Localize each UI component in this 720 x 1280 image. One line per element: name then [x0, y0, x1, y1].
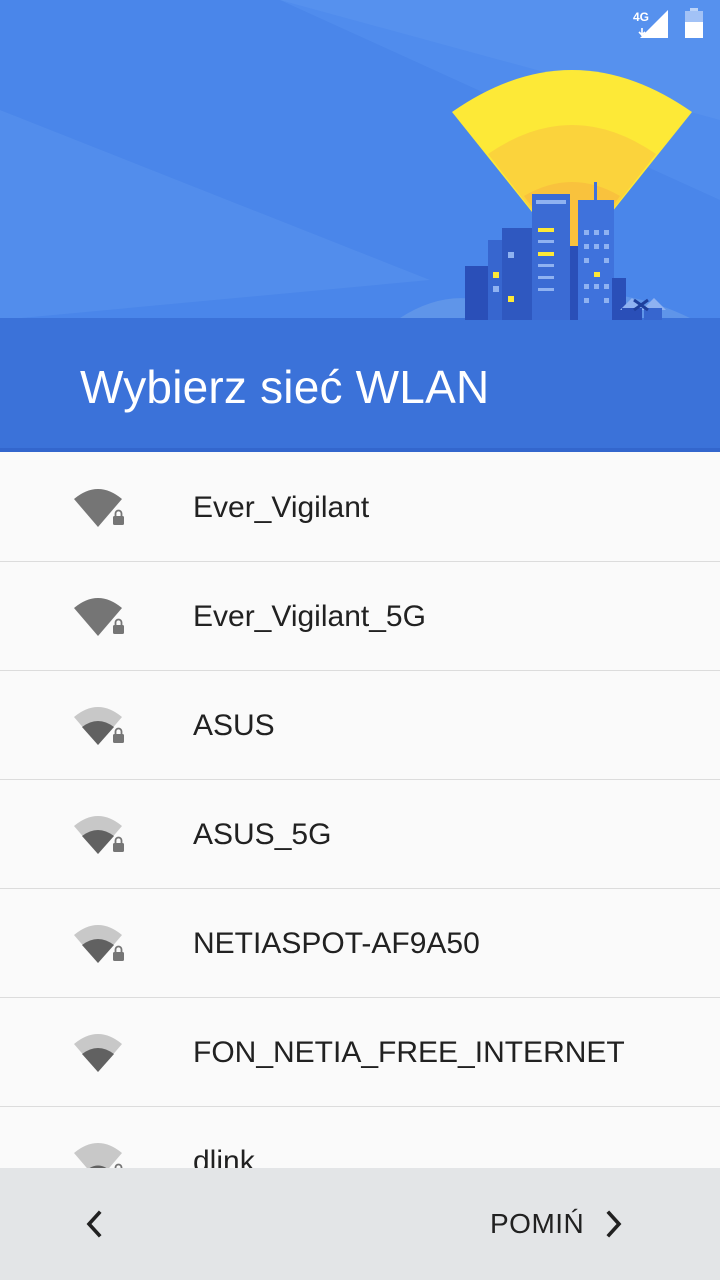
- network-ssid: Ever_Vigilant_5G: [193, 600, 426, 633]
- wifi-secured-full-icon: [74, 489, 124, 527]
- network-item[interactable]: ASUS_5G: [0, 780, 720, 889]
- header: 4G Wybierz sieć WLAN: [0, 0, 720, 452]
- wifi-secured-medium-icon: [74, 816, 124, 854]
- wifi-secured-medium-icon: [74, 707, 124, 745]
- wifi-secured-low-icon: [74, 1143, 123, 1168]
- network-item[interactable]: dlink: [0, 1107, 720, 1168]
- network-item[interactable]: Ever_Vigilant: [0, 453, 720, 562]
- network-ssid: dlink: [193, 1145, 255, 1168]
- network-item[interactable]: Ever_Vigilant_5G: [0, 562, 720, 671]
- wifi-secured-medium-icon: [74, 925, 124, 963]
- network-ssid: ASUS_5G: [193, 818, 332, 851]
- network-item[interactable]: ASUS: [0, 671, 720, 780]
- skip-label: POMIŃ: [490, 1208, 585, 1239]
- wifi-network-list[interactable]: Ever_Vigilant Ever_Vigilant_5G ASUS ASUS…: [0, 453, 720, 1168]
- cell-signal-icon: [638, 10, 668, 38]
- page-title: Wybierz sieć WLAN: [80, 361, 490, 413]
- status-bar: 4G: [0, 0, 720, 48]
- network-ssid: Ever_Vigilant: [193, 491, 370, 524]
- skip-button[interactable]: POMIŃ: [474, 1192, 636, 1256]
- wifi-open-medium-icon: [74, 1034, 122, 1072]
- chevron-right-icon: [606, 1210, 622, 1238]
- setup-navigation-bar: POMIŃ: [0, 1168, 720, 1280]
- network-ssid: NETIASPOT-AF9A50: [193, 927, 480, 960]
- chevron-left-icon: [86, 1210, 102, 1238]
- network-item[interactable]: NETIASPOT-AF9A50: [0, 889, 720, 998]
- network-item[interactable]: FON_NETIA_FREE_INTERNET: [0, 998, 720, 1107]
- back-button[interactable]: [70, 1198, 118, 1250]
- network-ssid: ASUS: [193, 709, 275, 742]
- wifi-secured-full-icon: [74, 598, 124, 636]
- battery-icon: [685, 8, 703, 38]
- network-ssid: FON_NETIA_FREE_INTERNET: [193, 1036, 625, 1069]
